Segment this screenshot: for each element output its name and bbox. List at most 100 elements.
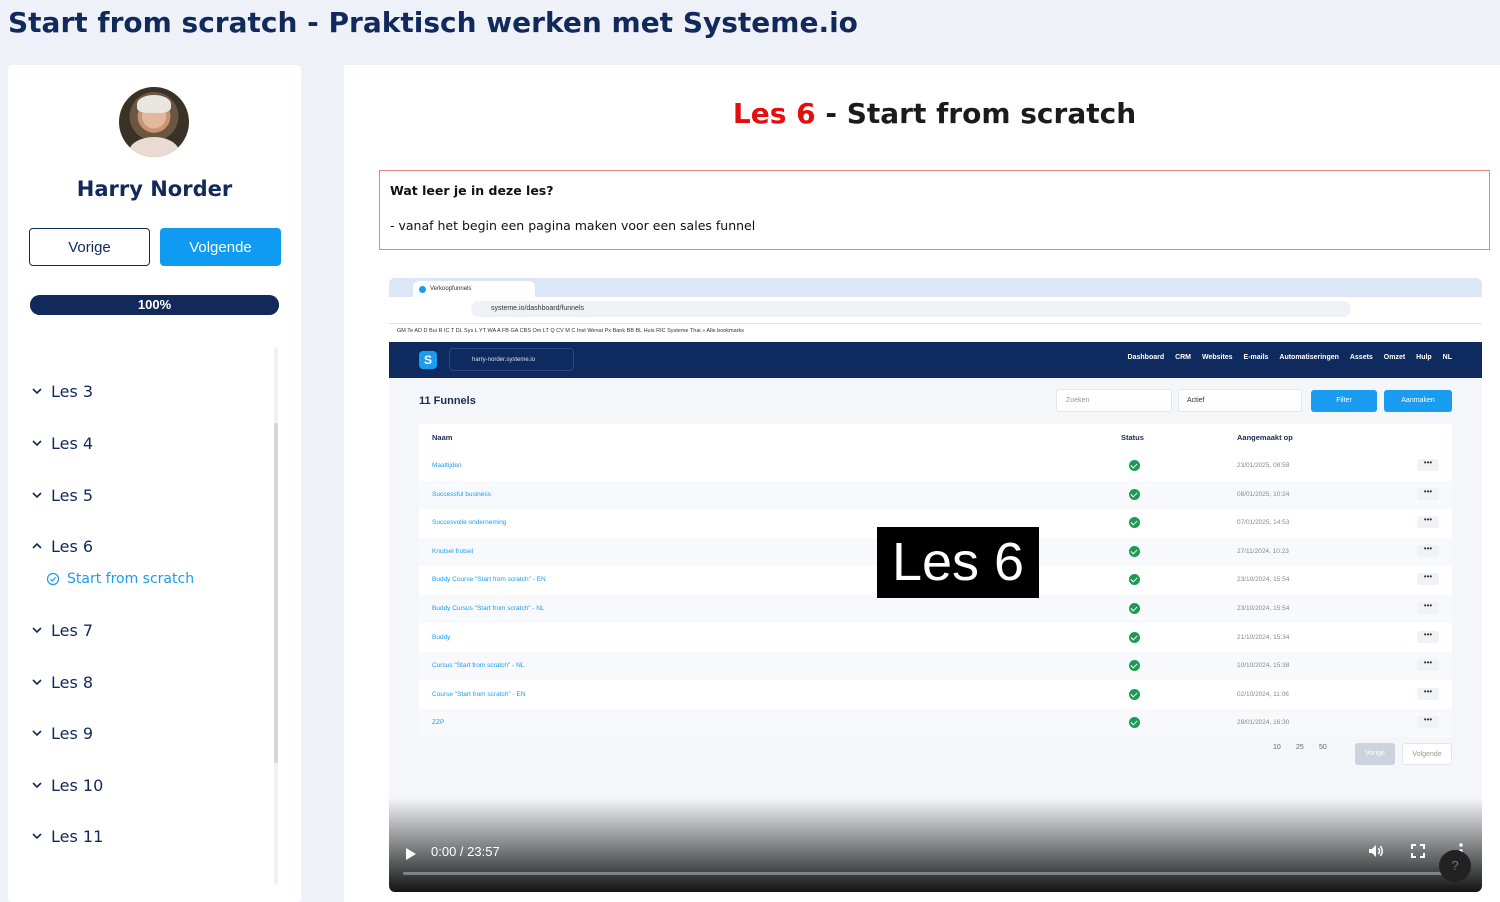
row-menu: •••	[1417, 573, 1439, 586]
chevron-up-icon	[32, 542, 42, 549]
funnel-date: 23/10/2024, 15:54	[1237, 605, 1290, 612]
create-button: Aanmaken	[1384, 390, 1452, 412]
video-time: 0:00 / 23:57	[431, 844, 500, 859]
nav-item: Automatiseringen	[1279, 354, 1339, 361]
teacher-name: Harry Norder	[76, 177, 233, 201]
chevron-down-icon	[32, 833, 42, 840]
lesson-item-les-8[interactable]: Les 8	[30, 669, 93, 695]
check-circle-icon	[1129, 545, 1140, 557]
nav-item: NL	[1442, 354, 1452, 361]
row-menu: •••	[1417, 602, 1439, 614]
funnel-date: 23/01/2025, 08:58	[1237, 462, 1290, 469]
check-circle-icon	[1129, 660, 1140, 672]
table-row: Course "Start from scratch" - EN 02/10/20…	[419, 681, 1452, 709]
funnel-name: Buddy Cursus "Start from scratch" - NL	[432, 605, 545, 612]
lesson-info-box: Wat leer je in deze les? - vanaf het beg…	[379, 170, 1490, 250]
table-row: Buddy 21/10/2024, 15:34 •••	[419, 624, 1452, 652]
volume-icon[interactable]	[1367, 842, 1385, 860]
lesson-label: Les 4	[51, 433, 94, 453]
check-circle-icon	[1129, 488, 1140, 500]
lesson-item-les-11[interactable]: Les 11	[30, 823, 103, 849]
funnel-name: Knutsel frutsel	[432, 547, 474, 555]
funnels-title: 11 Funnels	[419, 395, 476, 407]
check-circle-icon	[1129, 603, 1140, 614]
lesson-item-les-5[interactable]: Les 5	[30, 482, 93, 508]
browser-address-bar: systeme.io/dashboard/funnels	[389, 297, 1482, 324]
next-button[interactable]: Volgende	[160, 228, 281, 266]
chevron-down-icon	[32, 679, 42, 686]
systeme-favicon-icon	[419, 285, 426, 293]
row-menu: •••	[1417, 687, 1439, 700]
page-size: 50	[1319, 744, 1327, 751]
bookmarks-bar: GM Te AD D Bui R IC T DL Sys L YT WA A F…	[389, 324, 1482, 342]
fullscreen-icon[interactable]	[1410, 843, 1426, 859]
row-menu: •••	[1417, 516, 1439, 529]
column-header: Status	[1121, 433, 1144, 442]
video-controls: 0:00 / 23:57	[389, 838, 1482, 892]
info-question: Wat leer je in deze les?	[390, 183, 554, 198]
funnel-name: Course "Start from scratch" - EN	[432, 690, 526, 698]
nav-item: Websites	[1201, 354, 1233, 361]
row-menu: •••	[1417, 544, 1439, 557]
funnel-name: Successful business	[432, 490, 491, 498]
funnel-name: Cursus "Start from scratch" - NL	[432, 662, 525, 670]
check-circle-icon	[1129, 517, 1140, 529]
nav-item: CRM	[1175, 354, 1192, 361]
lesson-name: - Start from scratch	[815, 97, 1137, 130]
funnel-date: 21/10/2024, 15:34	[1237, 633, 1290, 641]
row-menu: •••	[1417, 659, 1439, 672]
nav-item: Hulp	[1416, 354, 1432, 361]
check-circle-icon	[1129, 631, 1140, 643]
filter-button: Filter	[1311, 390, 1377, 412]
lesson-item-les-3[interactable]: Les 3	[30, 378, 93, 404]
table-row: ZZP 28/01/2024, 16:30 •••	[419, 709, 1452, 738]
lesson-label: Les 6	[51, 536, 94, 556]
lesson-item-les-7[interactable]: Les 7	[30, 617, 93, 643]
lesson-label: Les 9	[51, 723, 94, 743]
sidebar-scroll-thumb[interactable]	[274, 423, 278, 763]
systeme-nav: S harry-norder.systeme.io Dashboard CRM …	[389, 342, 1482, 378]
chevron-down-icon	[32, 730, 42, 737]
systeme-nav-menu: Dashboard CRM Websites E-mails Automatis…	[1119, 354, 1452, 361]
chevron-down-icon	[32, 492, 42, 499]
lesson-title: Les 6 - Start from scratch	[344, 97, 1500, 130]
lesson-item-les-6[interactable]: Les 6	[30, 533, 93, 559]
systeme-logo: S	[419, 351, 437, 369]
check-circle-icon	[1129, 688, 1140, 700]
lesson-sub-item-start-from-scratch[interactable]: Start from scratch	[46, 571, 194, 587]
video-overlay-label: Les 6	[877, 527, 1039, 598]
chevron-down-icon	[32, 782, 42, 789]
lesson-label: Les 5	[51, 485, 94, 505]
funnel-date: 23/10/2024, 15:54	[1237, 576, 1290, 584]
chevron-down-icon	[32, 388, 42, 395]
funnel-date: 08/01/2025, 10:24	[1237, 490, 1290, 498]
lesson-item-les-4[interactable]: Les 4	[30, 430, 93, 456]
info-answer: - vanaf het begin een pagina maken voor …	[390, 218, 756, 233]
chevron-down-icon	[32, 440, 42, 447]
funnel-date: 27/11/2024, 10:23	[1237, 547, 1289, 555]
pager-prev: Vorige	[1355, 743, 1395, 765]
row-menu: •••	[1417, 487, 1439, 500]
previous-button[interactable]: Vorige	[29, 228, 150, 266]
help-bubble[interactable]: ?	[1439, 850, 1471, 882]
play-icon[interactable]	[406, 848, 416, 860]
page-size: 10	[1273, 744, 1281, 751]
lesson-item-les-10[interactable]: Les 10	[30, 772, 103, 798]
progress-bar: 100%	[30, 295, 279, 315]
pager-next: Volgende	[1402, 743, 1452, 765]
video-player[interactable]: Verkoopfunnels systeme.io/dashboard/funn…	[389, 278, 1482, 892]
funnel-date: 10/10/2024, 15:38	[1237, 662, 1290, 670]
check-circle-icon	[46, 572, 60, 586]
progress-label: 100%	[137, 297, 172, 312]
funnel-name: Buddy	[432, 633, 451, 641]
check-circle-icon	[1129, 717, 1140, 729]
funnel-search: Zoeken	[1056, 389, 1172, 412]
lesson-label: Les 7	[51, 620, 94, 640]
table-row: Successful business 08/01/2025, 10:24 •••	[419, 480, 1452, 509]
lesson-item-les-9[interactable]: Les 9	[30, 720, 93, 746]
funnel-date: 07/01/2025, 14:53	[1237, 519, 1290, 527]
chevron-down-icon	[32, 627, 42, 634]
avatar	[119, 87, 189, 157]
page-size: 25	[1296, 744, 1304, 751]
seek-bar[interactable]	[403, 872, 1468, 875]
